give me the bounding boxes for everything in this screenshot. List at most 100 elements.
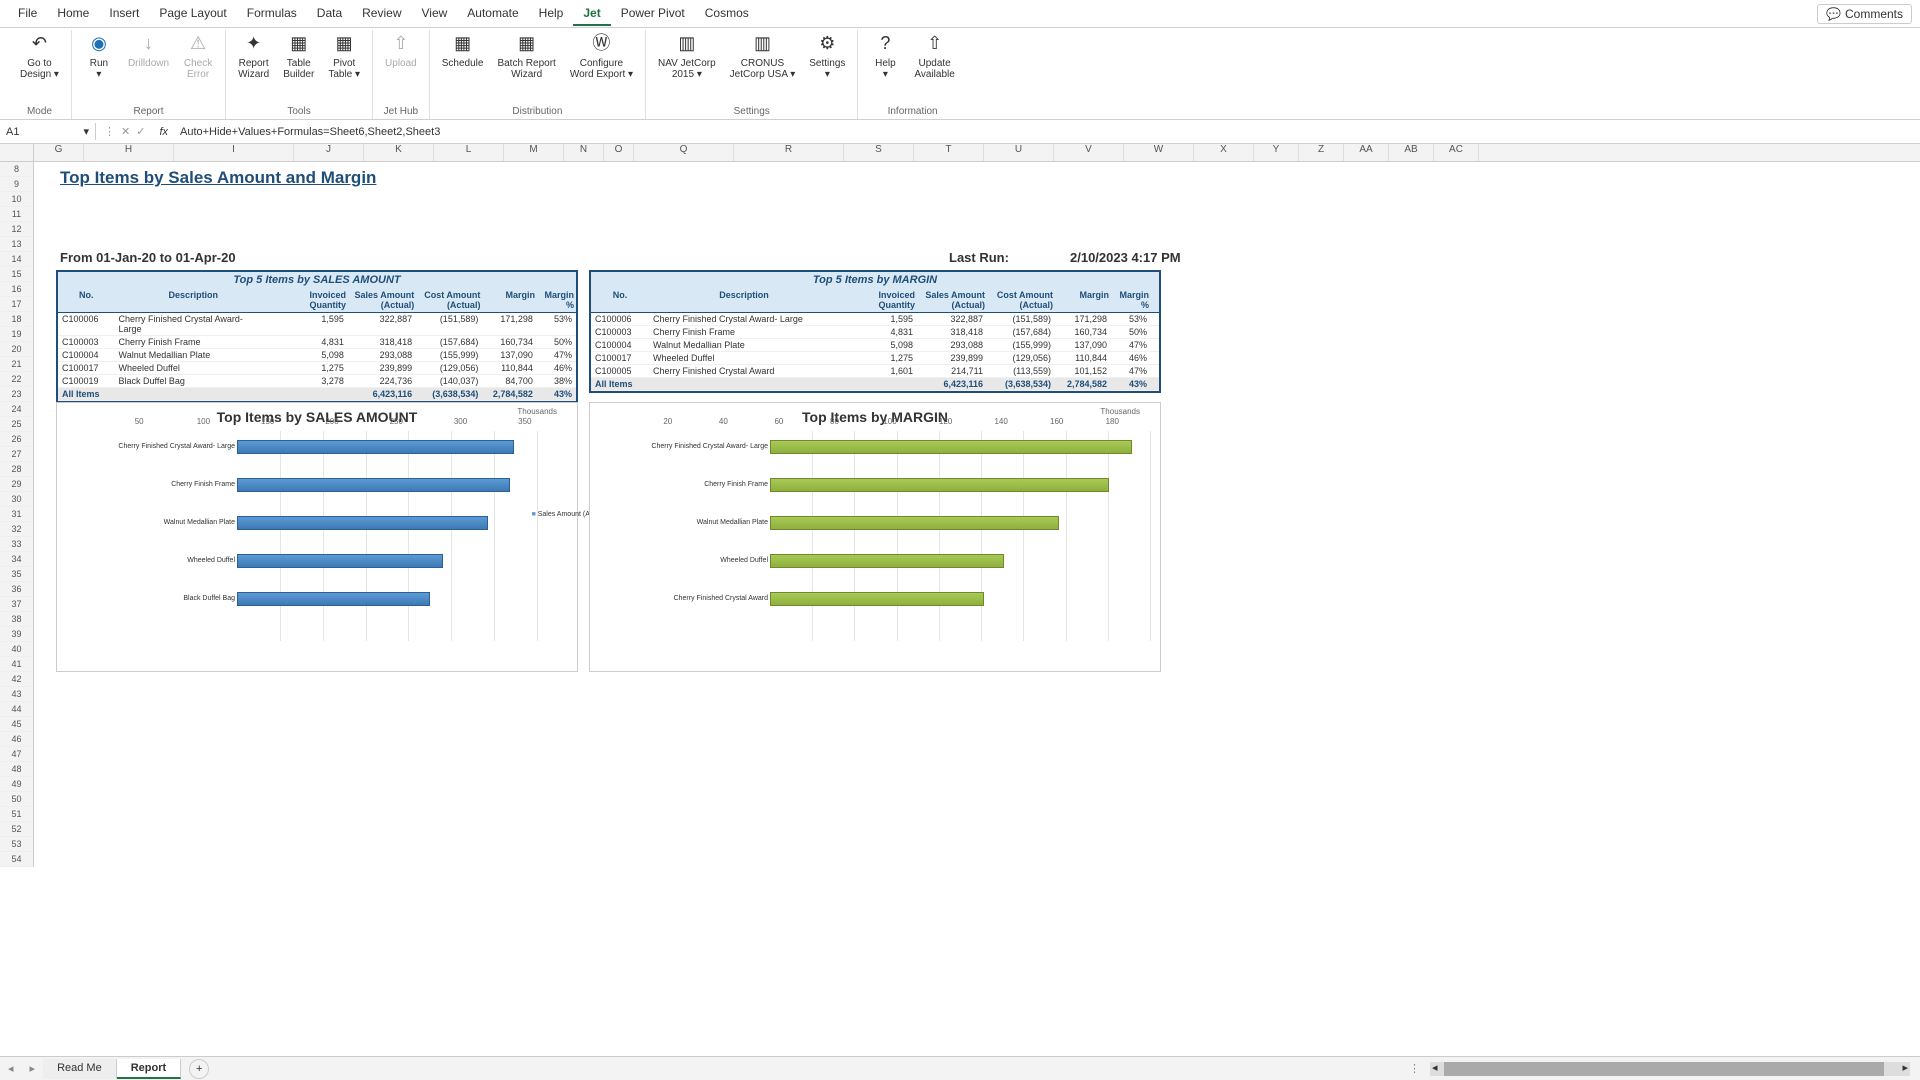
col-header-R[interactable]: R xyxy=(734,144,844,161)
col-header-O[interactable]: O xyxy=(604,144,634,161)
col-header-X[interactable]: X xyxy=(1194,144,1254,161)
col-header-AC[interactable]: AC xyxy=(1434,144,1479,161)
row-header-43[interactable]: 43 xyxy=(0,687,33,702)
row-header-45[interactable]: 45 xyxy=(0,717,33,732)
row-header-26[interactable]: 26 xyxy=(0,432,33,447)
check-error-button[interactable]: ⚠CheckError xyxy=(177,30,219,104)
row-header-44[interactable]: 44 xyxy=(0,702,33,717)
row-header-10[interactable]: 10 xyxy=(0,192,33,207)
select-all-corner[interactable] xyxy=(0,144,34,161)
settings-button[interactable]: ⚙Settings▾ xyxy=(803,30,851,104)
nav-jetcorp-button[interactable]: ▥NAV JetCorp2015 ▾ xyxy=(652,30,722,104)
menu-tab-review[interactable]: Review xyxy=(352,2,411,26)
row-header-30[interactable]: 30 xyxy=(0,492,33,507)
pivot-table-button[interactable]: ▦PivotTable ▾ xyxy=(322,30,366,104)
go-to-design-button[interactable]: ↶Go toDesign ▾ xyxy=(14,30,65,104)
col-header-N[interactable]: N xyxy=(564,144,604,161)
run-button[interactable]: ◉Run▾ xyxy=(78,30,120,104)
row-header-8[interactable]: 8 xyxy=(0,162,33,177)
row-header-13[interactable]: 13 xyxy=(0,237,33,252)
report-wizard-button[interactable]: ✦ReportWizard xyxy=(232,30,275,104)
row-header-51[interactable]: 51 xyxy=(0,807,33,822)
menu-tab-insert[interactable]: Insert xyxy=(99,2,149,26)
scroll-left-icon[interactable]: ◂ xyxy=(1432,1061,1438,1074)
table-row[interactable]: C100006Cherry Finished Crystal Award- La… xyxy=(591,313,1159,326)
row-header-42[interactable]: 42 xyxy=(0,672,33,687)
col-header-I[interactable]: I xyxy=(174,144,294,161)
row-header-11[interactable]: 11 xyxy=(0,207,33,222)
menu-tab-home[interactable]: Home xyxy=(47,2,99,26)
col-header-AA[interactable]: AA xyxy=(1344,144,1389,161)
menu-tab-data[interactable]: Data xyxy=(307,2,352,26)
row-header-38[interactable]: 38 xyxy=(0,612,33,627)
col-header-W[interactable]: W xyxy=(1124,144,1194,161)
update-button[interactable]: ⇧UpdateAvailable xyxy=(908,30,960,104)
batch-report-button[interactable]: ▦Batch ReportWizard xyxy=(491,30,561,104)
add-sheet-button[interactable]: + xyxy=(189,1059,209,1079)
row-header-40[interactable]: 40 xyxy=(0,642,33,657)
col-header-H[interactable]: H xyxy=(84,144,174,161)
menu-tab-help[interactable]: Help xyxy=(529,2,574,26)
row-header-47[interactable]: 47 xyxy=(0,747,33,762)
col-header-L[interactable]: L xyxy=(434,144,504,161)
table-row[interactable]: C100006Cherry Finished Crystal Award- La… xyxy=(58,313,576,336)
table-row[interactable]: C100019Black Duffel Bag3,278224,736(140,… xyxy=(58,375,576,388)
row-header-31[interactable]: 31 xyxy=(0,507,33,522)
row-header-34[interactable]: 34 xyxy=(0,552,33,567)
row-header-46[interactable]: 46 xyxy=(0,732,33,747)
table-builder-button[interactable]: ▦TableBuilder xyxy=(277,30,320,104)
configure-word-button[interactable]: ⓌConfigureWord Export ▾ xyxy=(564,30,639,104)
row-header-52[interactable]: 52 xyxy=(0,822,33,837)
row-header-25[interactable]: 25 xyxy=(0,417,33,432)
menu-tab-view[interactable]: View xyxy=(412,2,458,26)
tab-menu-icon[interactable]: ⋮ xyxy=(1409,1062,1420,1075)
menu-tab-file[interactable]: File xyxy=(8,2,47,26)
table-row[interactable]: C100004Walnut Medallian Plate5,098293,08… xyxy=(58,349,576,362)
row-header-15[interactable]: 15 xyxy=(0,267,33,282)
col-header-K[interactable]: K xyxy=(364,144,434,161)
row-header-27[interactable]: 27 xyxy=(0,447,33,462)
col-header-S[interactable]: S xyxy=(844,144,914,161)
row-header-14[interactable]: 14 xyxy=(0,252,33,267)
row-header-53[interactable]: 53 xyxy=(0,837,33,852)
menu-tab-jet[interactable]: Jet xyxy=(573,2,610,26)
col-header-M[interactable]: M xyxy=(504,144,564,161)
row-header-9[interactable]: 9 xyxy=(0,177,33,192)
col-header-Q[interactable]: Q xyxy=(634,144,734,161)
col-header-AB[interactable]: AB xyxy=(1389,144,1434,161)
row-header-32[interactable]: 32 xyxy=(0,522,33,537)
formula-input[interactable]: Auto+Hide+Values+Formulas=Sheet6,Sheet2,… xyxy=(174,124,1920,140)
row-header-21[interactable]: 21 xyxy=(0,357,33,372)
row-header-16[interactable]: 16 xyxy=(0,282,33,297)
upload-button[interactable]: ⇧Upload xyxy=(379,30,423,104)
table-row[interactable]: C100017Wheeled Duffel1,275239,899(129,05… xyxy=(58,362,576,375)
col-header-T[interactable]: T xyxy=(914,144,984,161)
menu-tab-page-layout[interactable]: Page Layout xyxy=(149,2,236,26)
row-header-23[interactable]: 23 xyxy=(0,387,33,402)
table-row[interactable]: C100004Walnut Medallian Plate5,098293,08… xyxy=(591,339,1159,352)
col-header-G[interactable]: G xyxy=(34,144,84,161)
scroll-right-icon[interactable]: ▸ xyxy=(1902,1061,1908,1074)
col-header-Z[interactable]: Z xyxy=(1299,144,1344,161)
fx-icon[interactable]: fx xyxy=(153,126,174,138)
name-box[interactable]: A1 ▾ xyxy=(0,123,96,140)
row-header-29[interactable]: 29 xyxy=(0,477,33,492)
row-header-33[interactable]: 33 xyxy=(0,537,33,552)
tab-nav-prev[interactable]: ◂ xyxy=(0,1062,22,1075)
confirm-icon[interactable]: ✓ xyxy=(136,125,145,138)
comments-button[interactable]: 💬 Comments xyxy=(1817,4,1912,24)
sheet-tab-report[interactable]: Report xyxy=(117,1059,181,1079)
table-row[interactable]: C100017Wheeled Duffel1,275239,899(129,05… xyxy=(591,352,1159,365)
row-header-37[interactable]: 37 xyxy=(0,597,33,612)
row-header-19[interactable]: 19 xyxy=(0,327,33,342)
scrollbar-thumb[interactable] xyxy=(1444,1062,1884,1076)
worksheet[interactable]: 8910111213141516171819202122232425262728… xyxy=(0,162,1920,1056)
tab-nav-next[interactable]: ▸ xyxy=(22,1062,44,1075)
help-button[interactable]: ?Help▾ xyxy=(864,30,906,104)
col-header-Y[interactable]: Y xyxy=(1254,144,1299,161)
row-header-24[interactable]: 24 xyxy=(0,402,33,417)
row-header-49[interactable]: 49 xyxy=(0,777,33,792)
row-header-12[interactable]: 12 xyxy=(0,222,33,237)
col-header-U[interactable]: U xyxy=(984,144,1054,161)
row-header-36[interactable]: 36 xyxy=(0,582,33,597)
